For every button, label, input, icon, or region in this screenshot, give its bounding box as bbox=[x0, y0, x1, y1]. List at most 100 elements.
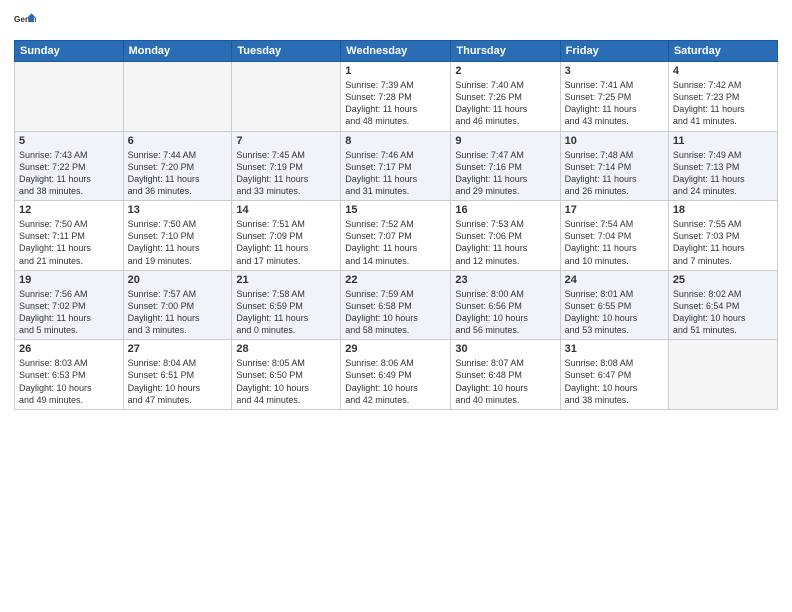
day-number: 30 bbox=[455, 343, 555, 355]
calendar-cell: 22 Sunrise: 7:59 AM Sunset: 6:58 PM Dayli… bbox=[341, 270, 451, 340]
day-number: 4 bbox=[673, 65, 773, 77]
day-number: 19 bbox=[19, 274, 119, 286]
day-info: Sunrise: 7:56 AM Sunset: 7:02 PM Dayligh… bbox=[19, 288, 119, 337]
day-number: 22 bbox=[345, 274, 446, 286]
calendar-week-row: 19 Sunrise: 7:56 AM Sunset: 7:02 PM Dayli… bbox=[15, 270, 778, 340]
calendar-cell bbox=[668, 340, 777, 410]
calendar-cell: 21Sunrise: 7:58 AM Sunset: 6:59 PM Dayli… bbox=[232, 270, 341, 340]
calendar-cell: 24Sunrise: 8:01 AM Sunset: 6:55 PM Dayli… bbox=[560, 270, 668, 340]
day-number: 14 bbox=[236, 204, 336, 216]
day-info: Sunrise: 8:04 AM Sunset: 6:51 PM Dayligh… bbox=[128, 357, 228, 406]
logo: General bbox=[14, 10, 40, 32]
day-number: 21 bbox=[236, 274, 336, 286]
calendar-week-row: 12 Sunrise: 7:50 AM Sunset: 7:11 PM Dayli… bbox=[15, 201, 778, 271]
calendar-cell: 6 Sunrise: 7:44 AM Sunset: 7:20 PM Daylig… bbox=[123, 131, 232, 201]
day-number: 20 bbox=[128, 274, 228, 286]
calendar-cell: 9Sunrise: 7:47 AM Sunset: 7:16 PM Daylig… bbox=[451, 131, 560, 201]
calendar-cell: 31 Sunrise: 8:08 AM Sunset: 6:47 PM Dayli… bbox=[560, 340, 668, 410]
calendar-cell: 25 Sunrise: 8:02 AM Sunset: 6:54 PM Dayli… bbox=[668, 270, 777, 340]
day-info: Sunrise: 7:45 AM Sunset: 7:19 PM Dayligh… bbox=[236, 149, 336, 198]
weekday-header-thursday: Thursday bbox=[451, 41, 560, 62]
header: General bbox=[14, 10, 778, 32]
day-info: Sunrise: 7:53 AM Sunset: 7:06 PM Dayligh… bbox=[455, 218, 555, 267]
day-info: Sunrise: 7:51 AM Sunset: 7:09 PM Dayligh… bbox=[236, 218, 336, 267]
calendar-cell: 14 Sunrise: 7:51 AM Sunset: 7:09 PM Dayli… bbox=[232, 201, 341, 271]
day-number: 13 bbox=[128, 204, 228, 216]
day-number: 27 bbox=[128, 343, 228, 355]
page-container: General SundayMondayTuesdayWednesdayThur… bbox=[0, 0, 792, 612]
day-info: Sunrise: 7:43 AM Sunset: 7:22 PM Dayligh… bbox=[19, 149, 119, 198]
calendar-cell bbox=[232, 62, 341, 132]
day-info: Sunrise: 8:06 AM Sunset: 6:49 PM Dayligh… bbox=[345, 357, 446, 406]
day-info: Sunrise: 7:44 AM Sunset: 7:20 PM Dayligh… bbox=[128, 149, 228, 198]
day-number: 1 bbox=[345, 65, 446, 77]
calendar-cell: 20Sunrise: 7:57 AM Sunset: 7:00 PM Dayli… bbox=[123, 270, 232, 340]
calendar-cell: 8 Sunrise: 7:46 AM Sunset: 7:17 PM Daylig… bbox=[341, 131, 451, 201]
calendar-cell: 3Sunrise: 7:41 AM Sunset: 7:25 PM Daylig… bbox=[560, 62, 668, 132]
calendar-cell: 5 Sunrise: 7:43 AM Sunset: 7:22 PM Daylig… bbox=[15, 131, 124, 201]
day-info: Sunrise: 7:46 AM Sunset: 7:17 PM Dayligh… bbox=[345, 149, 446, 198]
calendar-cell: 2Sunrise: 7:40 AM Sunset: 7:26 PM Daylig… bbox=[451, 62, 560, 132]
calendar-cell: 26 Sunrise: 8:03 AM Sunset: 6:53 PM Dayli… bbox=[15, 340, 124, 410]
calendar-week-row: 1Sunrise: 7:39 AM Sunset: 7:28 PM Daylig… bbox=[15, 62, 778, 132]
day-number: 10 bbox=[565, 135, 664, 147]
day-number: 17 bbox=[565, 204, 664, 216]
day-info: Sunrise: 8:07 AM Sunset: 6:48 PM Dayligh… bbox=[455, 357, 555, 406]
calendar-week-row: 5 Sunrise: 7:43 AM Sunset: 7:22 PM Daylig… bbox=[15, 131, 778, 201]
weekday-header-saturday: Saturday bbox=[668, 41, 777, 62]
calendar-cell: 4 Sunrise: 7:42 AM Sunset: 7:23 PM Daylig… bbox=[668, 62, 777, 132]
weekday-header-monday: Monday bbox=[123, 41, 232, 62]
logo-icon: General bbox=[14, 10, 36, 32]
day-number: 12 bbox=[19, 204, 119, 216]
day-number: 5 bbox=[19, 135, 119, 147]
day-info: Sunrise: 8:03 AM Sunset: 6:53 PM Dayligh… bbox=[19, 357, 119, 406]
day-info: Sunrise: 7:48 AM Sunset: 7:14 PM Dayligh… bbox=[565, 149, 664, 198]
day-info: Sunrise: 7:50 AM Sunset: 7:10 PM Dayligh… bbox=[128, 218, 228, 267]
day-number: 26 bbox=[19, 343, 119, 355]
day-number: 11 bbox=[673, 135, 773, 147]
calendar-cell bbox=[15, 62, 124, 132]
calendar-cell: 29 Sunrise: 8:06 AM Sunset: 6:49 PM Dayli… bbox=[341, 340, 451, 410]
day-number: 8 bbox=[345, 135, 446, 147]
calendar-cell: 27 Sunrise: 8:04 AM Sunset: 6:51 PM Dayli… bbox=[123, 340, 232, 410]
day-number: 7 bbox=[236, 135, 336, 147]
weekday-header-tuesday: Tuesday bbox=[232, 41, 341, 62]
calendar-cell: 28Sunrise: 8:05 AM Sunset: 6:50 PM Dayli… bbox=[232, 340, 341, 410]
day-number: 16 bbox=[455, 204, 555, 216]
day-number: 6 bbox=[128, 135, 228, 147]
day-info: Sunrise: 7:50 AM Sunset: 7:11 PM Dayligh… bbox=[19, 218, 119, 267]
day-info: Sunrise: 7:55 AM Sunset: 7:03 PM Dayligh… bbox=[673, 218, 773, 267]
day-info: Sunrise: 7:42 AM Sunset: 7:23 PM Dayligh… bbox=[673, 79, 773, 128]
calendar-week-row: 26 Sunrise: 8:03 AM Sunset: 6:53 PM Dayli… bbox=[15, 340, 778, 410]
calendar-cell: 13 Sunrise: 7:50 AM Sunset: 7:10 PM Dayli… bbox=[123, 201, 232, 271]
day-info: Sunrise: 8:05 AM Sunset: 6:50 PM Dayligh… bbox=[236, 357, 336, 406]
weekday-header-row: SundayMondayTuesdayWednesdayThursdayFrid… bbox=[15, 41, 778, 62]
calendar-cell: 10 Sunrise: 7:48 AM Sunset: 7:14 PM Dayli… bbox=[560, 131, 668, 201]
day-info: Sunrise: 7:52 AM Sunset: 7:07 PM Dayligh… bbox=[345, 218, 446, 267]
day-number: 29 bbox=[345, 343, 446, 355]
day-info: Sunrise: 8:02 AM Sunset: 6:54 PM Dayligh… bbox=[673, 288, 773, 337]
day-info: Sunrise: 7:40 AM Sunset: 7:26 PM Dayligh… bbox=[455, 79, 555, 128]
weekday-header-wednesday: Wednesday bbox=[341, 41, 451, 62]
calendar-cell: 23 Sunrise: 8:00 AM Sunset: 6:56 PM Dayli… bbox=[451, 270, 560, 340]
day-number: 31 bbox=[565, 343, 664, 355]
calendar-cell: 1Sunrise: 7:39 AM Sunset: 7:28 PM Daylig… bbox=[341, 62, 451, 132]
weekday-header-friday: Friday bbox=[560, 41, 668, 62]
day-number: 15 bbox=[345, 204, 446, 216]
calendar-cell: 18 Sunrise: 7:55 AM Sunset: 7:03 PM Dayli… bbox=[668, 201, 777, 271]
day-number: 25 bbox=[673, 274, 773, 286]
calendar-cell: 30 Sunrise: 8:07 AM Sunset: 6:48 PM Dayli… bbox=[451, 340, 560, 410]
calendar-cell bbox=[123, 62, 232, 132]
day-info: Sunrise: 7:47 AM Sunset: 7:16 PM Dayligh… bbox=[455, 149, 555, 198]
weekday-header-sunday: Sunday bbox=[15, 41, 124, 62]
day-info: Sunrise: 7:59 AM Sunset: 6:58 PM Dayligh… bbox=[345, 288, 446, 337]
day-info: Sunrise: 7:54 AM Sunset: 7:04 PM Dayligh… bbox=[565, 218, 664, 267]
calendar-cell: 15 Sunrise: 7:52 AM Sunset: 7:07 PM Dayli… bbox=[341, 201, 451, 271]
calendar-cell: 19 Sunrise: 7:56 AM Sunset: 7:02 PM Dayli… bbox=[15, 270, 124, 340]
day-number: 23 bbox=[455, 274, 555, 286]
day-info: Sunrise: 8:00 AM Sunset: 6:56 PM Dayligh… bbox=[455, 288, 555, 337]
calendar-cell: 11Sunrise: 7:49 AM Sunset: 7:13 PM Dayli… bbox=[668, 131, 777, 201]
day-number: 18 bbox=[673, 204, 773, 216]
day-info: Sunrise: 8:01 AM Sunset: 6:55 PM Dayligh… bbox=[565, 288, 664, 337]
day-info: Sunrise: 8:08 AM Sunset: 6:47 PM Dayligh… bbox=[565, 357, 664, 406]
